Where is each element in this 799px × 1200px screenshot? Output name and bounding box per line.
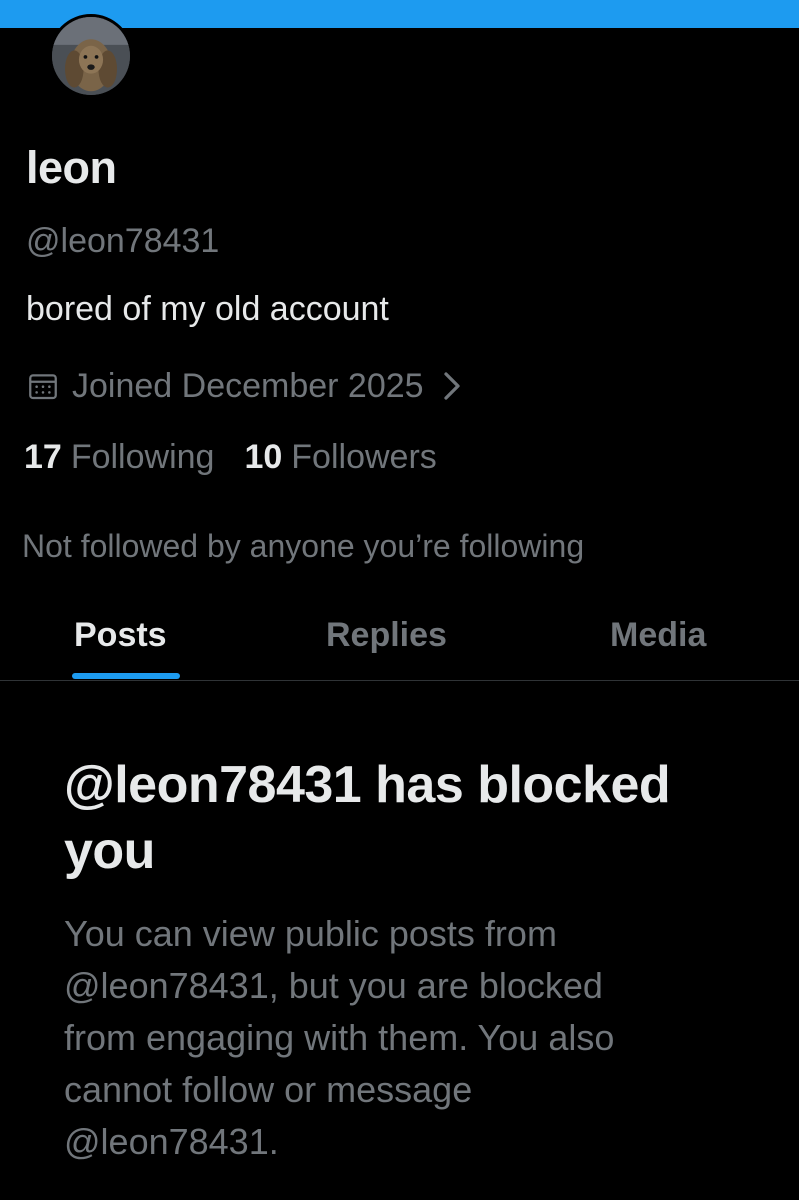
follow-stats: 17 Following 10 Followers [24,438,437,477]
tabs-divider [0,680,799,681]
dog-avatar-image [52,17,130,95]
profile-handle: @leon78431 [26,222,220,260]
blocked-notice-body: You can view public posts from @leon7843… [64,913,615,1162]
following-link[interactable]: 17 Following [24,438,214,477]
profile-banner[interactable] [0,0,799,28]
chevron-right-icon[interactable] [442,371,462,401]
tab-media[interactable]: Media [610,616,706,655]
followed-by-note: Not followed by anyone you’re following [22,528,585,564]
profile-display-name: leon [26,142,117,193]
profile-tabs: Posts Replies Media [0,600,799,680]
tab-posts[interactable]: Posts [74,616,167,655]
followers-label: Followers [291,438,437,476]
followers-count: 10 [244,438,283,476]
active-tab-indicator [72,673,180,679]
following-count: 17 [24,438,62,476]
joined-date-text: Joined December 2025 [72,366,424,405]
calendar-icon [26,369,60,403]
following-label: Following [70,438,215,476]
profile-bio: bored of my old account [26,290,389,328]
tab-replies[interactable]: Replies [326,616,447,655]
blocked-notice-title: @leon78431 has blocked you [64,756,671,880]
profile-avatar[interactable] [49,14,133,98]
followers-link[interactable]: 10 Followers [244,438,436,477]
joined-date-row[interactable]: Joined December 2025 [26,364,462,408]
